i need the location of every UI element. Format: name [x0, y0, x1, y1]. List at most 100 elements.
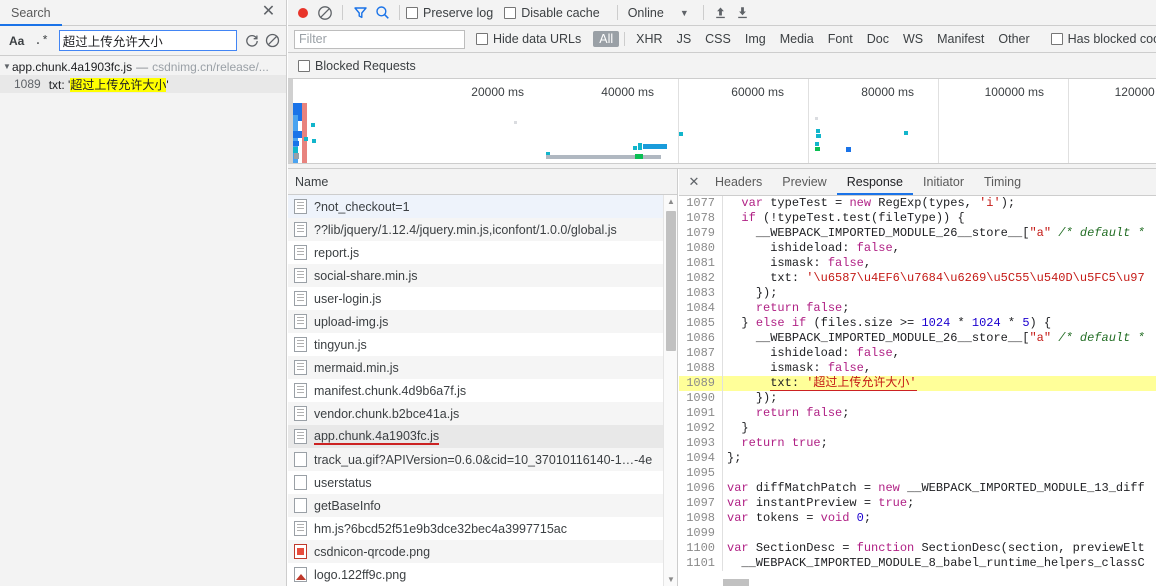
filter-chip-media[interactable]: Media: [774, 31, 820, 47]
script-file-icon: [294, 406, 307, 421]
filter-chip-font[interactable]: Font: [822, 31, 859, 47]
overview-tick-label: 60000 ms: [731, 85, 784, 99]
tab-headers[interactable]: Headers: [705, 169, 772, 195]
overview-request-bar: [816, 134, 821, 138]
script-file-icon: [294, 268, 307, 283]
blocked-requests-checkbox[interactable]: Blocked Requests: [298, 59, 416, 73]
table-row[interactable]: social-share.min.js: [288, 264, 677, 287]
tab-timing[interactable]: Timing: [974, 169, 1031, 195]
filter-chip-img[interactable]: Img: [739, 31, 772, 47]
chevron-down-icon[interactable]: ▼: [680, 8, 689, 18]
search-input[interactable]: [58, 30, 237, 51]
code-line: 1100 var SectionDesc = function SectionDe…: [679, 541, 1156, 556]
search-panel: Search ✕ Aa .* ▼ app.chunk.4a1903fc.js —…: [0, 0, 287, 586]
throttle-select-value[interactable]: Online: [628, 6, 664, 20]
overview-request-bar: [293, 103, 302, 115]
regex-button[interactable]: .*: [29, 34, 53, 48]
table-row[interactable]: ??lib/jquery/1.12.4/jquery.min.js,iconfo…: [288, 218, 677, 241]
tab-response[interactable]: Response: [836, 169, 914, 195]
code-line-text: return false;: [755, 406, 850, 420]
overview-request-bar: [633, 146, 637, 150]
clear-icon[interactable]: [314, 2, 336, 24]
code-line-number: 1081: [679, 256, 723, 271]
download-arrow-icon[interactable]: [732, 2, 754, 24]
table-row[interactable]: app.chunk.4a1903fc.js: [288, 425, 677, 448]
request-rows: ?not_checkout=1 ??lib/jquery/1.12.4/jquer…: [288, 195, 677, 586]
filter-chip-xhr[interactable]: XHR: [630, 31, 668, 47]
table-row[interactable]: csdnicon-qrcode.png: [288, 540, 677, 563]
filter-icon[interactable]: [349, 2, 371, 24]
table-row[interactable]: hm.js?6bcd52f51e9b3dce32bec4a3997715ac: [288, 517, 677, 540]
expand-triangle-icon[interactable]: ▼: [3, 58, 12, 75]
preserve-log-label: Preserve log: [423, 5, 494, 20]
table-row[interactable]: track_ua.gif?APIVersion=0.6.0&cid=10_370…: [288, 448, 677, 471]
code-horizontal-scrollbar[interactable]: [723, 578, 1156, 586]
tab-search[interactable]: Search: [0, 0, 62, 26]
filter-chip-ws[interactable]: WS: [897, 31, 929, 47]
table-row[interactable]: logo.122ff9c.png: [288, 563, 677, 586]
record-icon[interactable]: [292, 2, 314, 24]
table-row[interactable]: ?not_checkout=1: [288, 195, 677, 218]
table-row[interactable]: upload-img.js: [288, 310, 677, 333]
table-row[interactable]: userstatus: [288, 471, 677, 494]
close-icon[interactable]: ✕: [683, 171, 705, 193]
disable-cache-checkbox[interactable]: Disable cache: [504, 6, 600, 20]
disable-cache-label: Disable cache: [521, 5, 600, 20]
table-row[interactable]: report.js: [288, 241, 677, 264]
scrollbar-thumb[interactable]: [666, 211, 676, 351]
clear-icon[interactable]: [262, 31, 282, 51]
request-name: getBaseInfo: [314, 498, 381, 513]
table-row[interactable]: mermaid.min.js: [288, 356, 677, 379]
filter-chip-other[interactable]: Other: [992, 31, 1035, 47]
filter-chip-all[interactable]: All: [593, 31, 620, 47]
request-list-header[interactable]: Name: [288, 169, 677, 195]
code-line-number: 1091: [679, 406, 723, 421]
devtools-window: Search ✕ Aa .* ▼ app.chunk.4a1903fc.js —…: [0, 0, 1156, 586]
code-line: 1094};: [679, 451, 1156, 466]
table-row[interactable]: tingyun.js: [288, 333, 677, 356]
filter-input[interactable]: [294, 29, 465, 49]
scrollbar-thumb[interactable]: [723, 579, 749, 586]
code-line: 1086 __WEBPACK_IMPORTED_MODULE_26__store…: [679, 331, 1156, 346]
table-row[interactable]: user-login.js: [288, 287, 677, 310]
hide-data-urls-checkbox[interactable]: Hide data URLs: [476, 32, 581, 46]
scroll-up-arrow-icon[interactable]: ▲: [664, 195, 677, 208]
search-result-match[interactable]: 1089 txt: '超过上传允许大小': [0, 75, 286, 93]
network-overview-timeline[interactable]: 20000 ms 40000 ms 60000 ms 80000 ms 100000 m…: [288, 79, 1156, 169]
request-list-scrollbar[interactable]: ▲ ▼: [663, 195, 677, 586]
refresh-icon[interactable]: [242, 31, 262, 51]
request-name: csdnicon-qrcode.png: [314, 544, 431, 559]
close-icon[interactable]: ✕: [259, 3, 278, 22]
scroll-down-arrow-icon[interactable]: ▼: [664, 573, 677, 586]
overview-tick-label: 80000 ms: [861, 85, 914, 99]
response-code-viewer[interactable]: 1077 var typeTest = new RegExp(types, 'i…: [679, 196, 1156, 586]
script-file-icon: [294, 383, 307, 398]
column-header-name: Name: [295, 174, 329, 189]
has-blocked-cookies-checkbox[interactable]: Has blocked cookies: [1050, 32, 1156, 46]
tab-preview[interactable]: Preview: [772, 169, 836, 195]
search-result-file[interactable]: ▼ app.chunk.4a1903fc.js — csdnimg.cn/rel…: [0, 58, 286, 75]
table-row[interactable]: getBaseInfo: [288, 494, 677, 517]
filter-chip-js[interactable]: JS: [671, 31, 698, 47]
search-icon[interactable]: [371, 2, 393, 24]
overview-request-bar: [635, 154, 643, 159]
preserve-log-checkbox[interactable]: Preserve log: [406, 6, 493, 20]
overview-request-bar: [302, 103, 307, 165]
overview-tick-label: 100000 ms: [984, 85, 1044, 99]
script-file-icon: [294, 314, 307, 329]
filter-chip-manifest[interactable]: Manifest: [931, 31, 990, 47]
upload-arrow-icon[interactable]: [710, 2, 732, 24]
code-line: 1091 return false;: [679, 406, 1156, 421]
match-case-button[interactable]: Aa: [4, 34, 29, 48]
code-line-text: return false;: [755, 301, 850, 315]
table-row[interactable]: manifest.chunk.4d9b6a7f.js: [288, 379, 677, 402]
code-line: 1087 ishideload: false,: [679, 346, 1156, 361]
tab-initiator[interactable]: Initiator: [913, 169, 974, 195]
picture-file-icon: [294, 567, 307, 582]
filter-chip-doc[interactable]: Doc: [861, 31, 895, 47]
filter-chip-css[interactable]: CSS: [699, 31, 737, 47]
table-row[interactable]: vendor.chunk.b2bce41a.js: [288, 402, 677, 425]
search-result-filename: app.chunk.4a1903fc.js: [12, 59, 133, 74]
script-file-icon: [294, 521, 307, 536]
request-list: Name ?not_checkout=1 ??lib/jquery/1.12.4/…: [288, 169, 678, 586]
